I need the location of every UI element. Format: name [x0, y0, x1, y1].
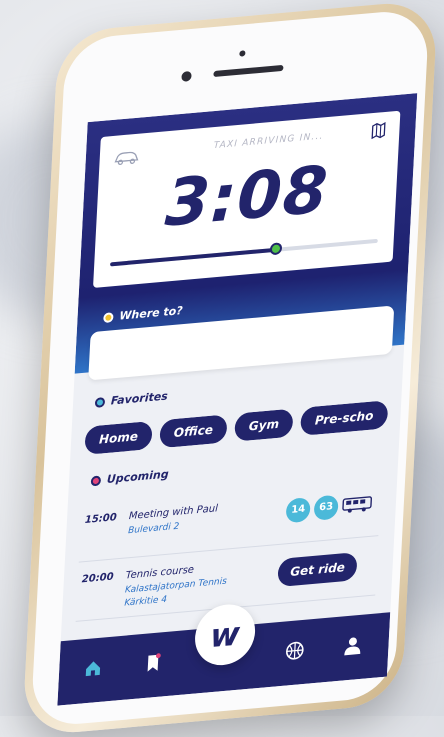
- earpiece-speaker: [213, 64, 284, 78]
- favorites-heading: Favorites: [94, 389, 169, 408]
- get-ride-button[interactable]: Get ride: [277, 552, 358, 588]
- upcoming-label: Upcoming: [106, 467, 169, 487]
- favorite-chip-preschool[interactable]: Pre-scho: [300, 400, 389, 436]
- car-icon: [114, 151, 139, 166]
- phone-bezel: TAXI ARRIVING IN... 3:08 Where to? Favor…: [30, 7, 430, 729]
- map-icon[interactable]: [371, 121, 386, 140]
- where-to-dot-icon: [103, 312, 114, 324]
- basketball-icon[interactable]: [284, 640, 305, 662]
- favorites-list: Home Office Gym Pre-scho: [84, 398, 415, 455]
- app-screen: TAXI ARRIVING IN... 3:08 Where to? Favor…: [57, 93, 418, 706]
- bottom-nav: w: [57, 601, 391, 706]
- favorite-chip-office[interactable]: Office: [159, 414, 228, 449]
- arrival-progress-track: [110, 238, 378, 267]
- arrival-progress-fill: [110, 247, 277, 267]
- profile-icon[interactable]: [342, 635, 363, 657]
- favorite-chip-home[interactable]: Home: [84, 420, 153, 455]
- upcoming-dot-icon: [90, 475, 102, 487]
- arrival-progress-knob: [269, 242, 283, 256]
- arrival-countdown: 3:08: [163, 152, 331, 242]
- favorites-dot-icon: [94, 397, 106, 408]
- bus-route-badge[interactable]: 63: [313, 494, 339, 521]
- w-logo-button[interactable]: w: [193, 601, 257, 668]
- favorite-chip-gym[interactable]: Gym: [234, 408, 294, 442]
- front-camera-icon: [181, 70, 192, 82]
- upcoming-time: 20:00: [81, 571, 114, 586]
- bus-icon: [342, 496, 373, 513]
- bookmark-icon[interactable]: [143, 652, 164, 674]
- upcoming-heading: Upcoming: [90, 467, 169, 488]
- bus-route-badge[interactable]: 14: [285, 497, 311, 524]
- phone: TAXI ARRIVING IN... 3:08 Where to? Favor…: [21, 0, 439, 737]
- taxi-timer-card: TAXI ARRIVING IN... 3:08: [93, 110, 401, 288]
- upcoming-list: 15:00 Meeting with Paul Bulevardi 2 14 6…: [75, 476, 382, 622]
- taxi-arriving-label: TAXI ARRIVING IN...: [213, 131, 324, 152]
- home-icon[interactable]: [83, 658, 104, 680]
- favorites-label: Favorites: [110, 389, 169, 408]
- proximity-sensor: [239, 50, 246, 57]
- upcoming-time: 15:00: [84, 512, 117, 527]
